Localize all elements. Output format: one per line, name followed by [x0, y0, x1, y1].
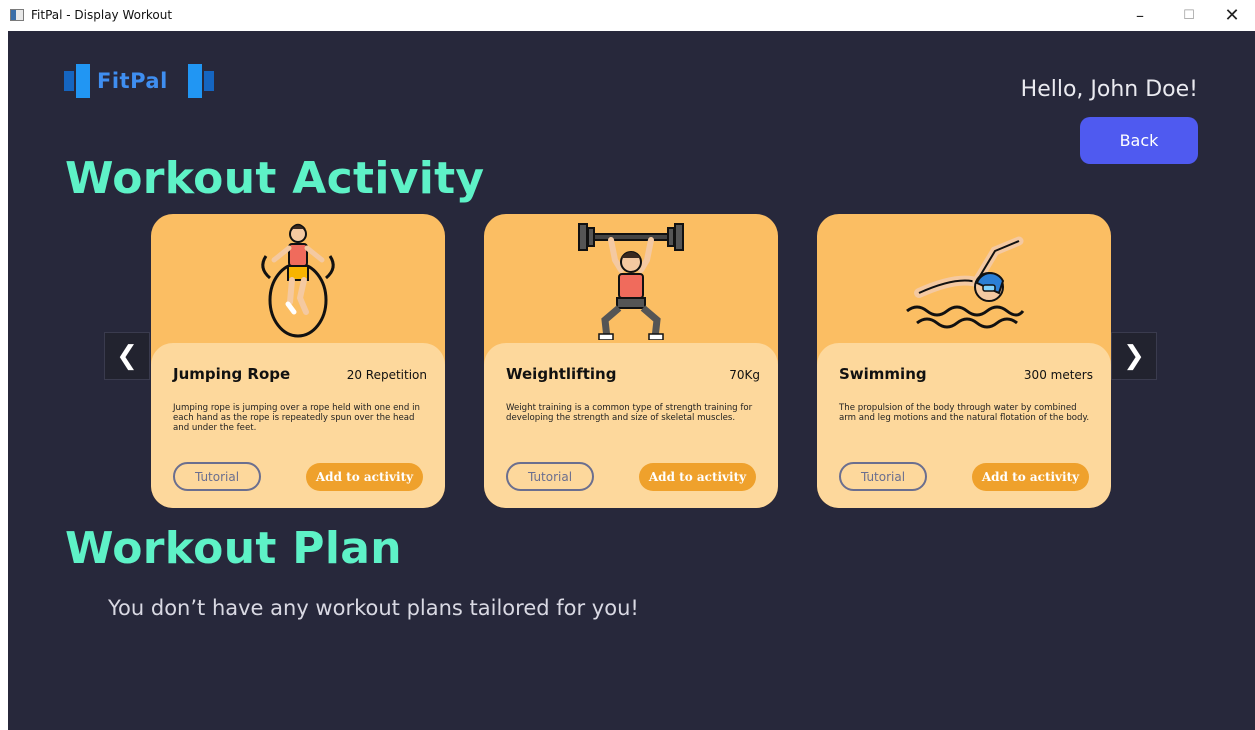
- app-icon: [10, 9, 24, 21]
- logo-bar-icon: [204, 71, 214, 91]
- activity-description: Weight training is a common type of stre…: [506, 403, 753, 423]
- logo-bar-icon: [76, 64, 90, 98]
- activity-description: Jumping rope is jumping over a rope held…: [173, 403, 420, 433]
- user-greeting: Hello, John Doe!: [1020, 77, 1198, 102]
- activity-metric: 20 Repetition: [346, 368, 427, 382]
- activity-card-weightlifting: Weightlifting 70Kg Weight training is a …: [484, 214, 778, 508]
- activity-name: Weightlifting: [506, 365, 617, 383]
- activity-name: Jumping Rope: [173, 365, 291, 383]
- activity-name: Swimming: [839, 365, 927, 383]
- carousel-prev-button[interactable]: ❮: [104, 332, 150, 380]
- activity-metric: 70Kg: [729, 368, 760, 382]
- activity-description: The propulsion of the body through water…: [839, 403, 1090, 423]
- tutorial-button[interactable]: Tutorial: [173, 462, 261, 491]
- activity-card-swimming: Swimming 300 meters The propulsion of th…: [817, 214, 1111, 508]
- add-to-activity-button[interactable]: Add to activity: [972, 463, 1089, 491]
- carousel-next-button[interactable]: ❯: [1111, 332, 1157, 380]
- activity-metric: 300 meters: [1023, 368, 1093, 382]
- add-to-activity-button[interactable]: Add to activity: [639, 463, 756, 491]
- back-button[interactable]: Back: [1080, 117, 1198, 164]
- workout-plan-title: Workout Plan: [65, 523, 402, 574]
- workout-activity-title: Workout Activity: [65, 153, 485, 204]
- chevron-right-icon: ❯: [1123, 341, 1145, 371]
- maximize-button[interactable]: ☐: [1166, 0, 1212, 31]
- tutorial-button[interactable]: Tutorial: [506, 462, 594, 491]
- workout-plan-empty-message: You don’t have any workout plans tailore…: [108, 596, 639, 620]
- logo-bar-icon: [188, 64, 202, 98]
- jump-rope-icon: [151, 214, 445, 346]
- close-button[interactable]: ✕: [1209, 0, 1255, 31]
- logo-text: FitPal: [97, 69, 168, 93]
- weightlifting-icon: [484, 214, 778, 346]
- swimming-icon: [817, 214, 1111, 346]
- add-to-activity-button[interactable]: Add to activity: [306, 463, 423, 491]
- logo-bar-icon: [64, 71, 74, 91]
- app-content: FitPal Hello, John Doe! Back Workout Act…: [8, 31, 1255, 730]
- activity-card-jumping-rope: Jumping Rope 20 Repetition Jumping rope …: [151, 214, 445, 508]
- window-title: FitPal - Display Workout: [31, 8, 173, 22]
- card-body: Weightlifting 70Kg Weight training is a …: [484, 343, 778, 508]
- minimize-button[interactable]: –: [1117, 0, 1163, 31]
- card-body: Jumping Rope 20 Repetition Jumping rope …: [151, 343, 445, 508]
- chevron-left-icon: ❮: [116, 341, 138, 371]
- window-titlebar: FitPal - Display Workout – ☐ ✕: [0, 0, 1255, 31]
- card-body: Swimming 300 meters The propulsion of th…: [817, 343, 1111, 508]
- tutorial-button[interactable]: Tutorial: [839, 462, 927, 491]
- fitpal-logo: FitPal: [64, 61, 224, 101]
